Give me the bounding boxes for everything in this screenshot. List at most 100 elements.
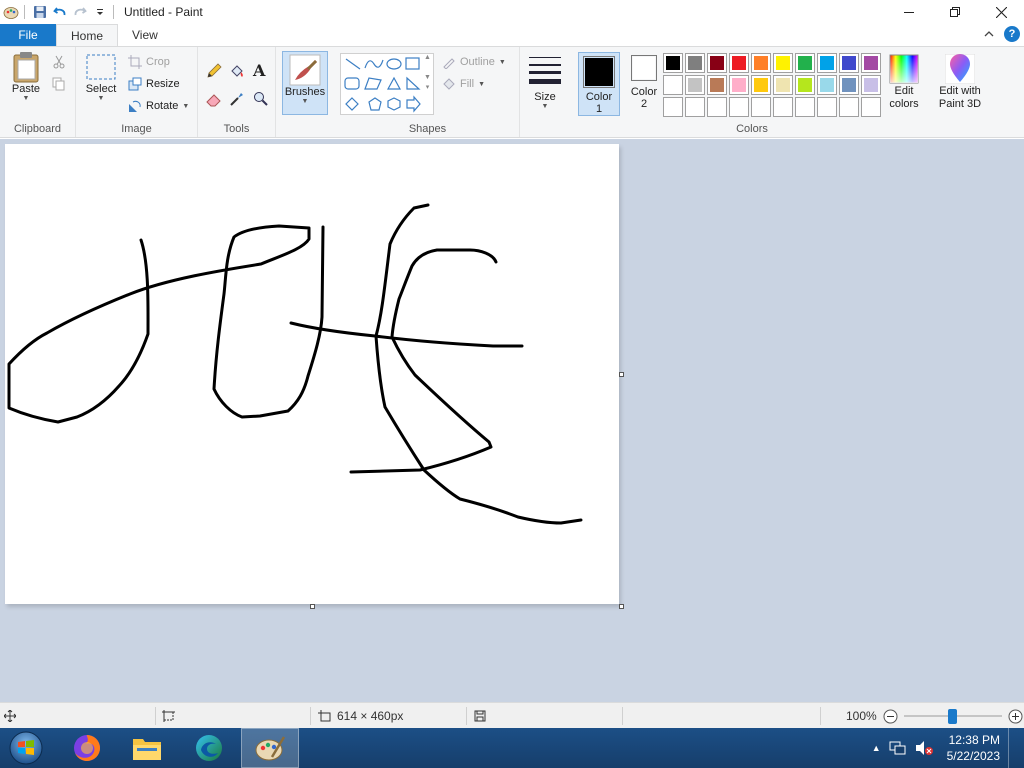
minimize-button[interactable]	[886, 0, 932, 24]
resize-button[interactable]: Resize	[128, 77, 180, 91]
palette-swatch[interactable]	[861, 53, 881, 73]
color-spectrum-icon	[888, 53, 920, 85]
palette-swatch[interactable]	[839, 75, 859, 95]
zoom-slider[interactable]	[903, 708, 1002, 724]
fill-bucket-icon[interactable]	[229, 63, 245, 82]
close-button[interactable]	[978, 0, 1024, 24]
clipboard-group-label: Clipboard	[13, 123, 62, 135]
tab-file[interactable]: File	[0, 24, 56, 46]
palette-swatch[interactable]	[663, 75, 683, 95]
edit-colors-button[interactable]: Edit colors	[884, 53, 924, 111]
rotate-button[interactable]: Rotate ▼	[128, 99, 189, 113]
palette-swatch[interactable]	[861, 75, 881, 95]
ribbon-right-controls: ?	[984, 26, 1020, 42]
taskbar-edge[interactable]	[180, 728, 238, 768]
customize-qat-icon[interactable]	[91, 3, 109, 21]
custom-color-slot[interactable]	[707, 97, 727, 117]
drawing-canvas[interactable]	[5, 144, 619, 604]
zoom-out-icon[interactable]	[883, 709, 898, 724]
undo-icon[interactable]	[51, 3, 69, 21]
color2-label: Color 2	[630, 86, 658, 110]
color-picker-icon[interactable]	[229, 91, 245, 110]
start-button[interactable]	[0, 728, 52, 768]
file-size	[474, 703, 486, 729]
status-divider	[820, 707, 821, 725]
taskbar-file-explorer[interactable]	[118, 728, 176, 768]
edit-with-paint3d-button[interactable]: Edit with Paint 3D	[934, 53, 986, 111]
clock[interactable]: 12:38 PM 5/22/2023	[947, 732, 1000, 764]
fill-button[interactable]: Fill ▼	[442, 77, 485, 91]
palette-swatch[interactable]	[707, 53, 727, 73]
custom-color-slot[interactable]	[685, 97, 705, 117]
palette-swatch[interactable]	[795, 75, 815, 95]
palette-swatch[interactable]	[817, 75, 837, 95]
outline-button[interactable]: Outline ▼	[442, 55, 506, 69]
outline-label: Outline	[460, 56, 495, 68]
swatch-fill	[842, 100, 856, 114]
line-size-icon	[529, 53, 561, 85]
status-divider	[310, 707, 311, 725]
volume-muted-icon[interactable]	[915, 740, 933, 756]
resize-handle-corner[interactable]	[619, 604, 624, 609]
custom-color-slot[interactable]	[817, 97, 837, 117]
canvas-size-label: 614 × 460px	[337, 709, 404, 723]
shapes-scroll[interactable]: ▲ ▼ ▾	[424, 53, 431, 93]
outline-icon	[443, 58, 455, 69]
custom-color-slot[interactable]	[773, 97, 793, 117]
cut-icon[interactable]	[52, 55, 66, 72]
restore-button[interactable]	[932, 0, 978, 24]
palette-swatch[interactable]	[729, 53, 749, 73]
custom-color-slot[interactable]	[839, 97, 859, 117]
palette-swatch[interactable]	[773, 75, 793, 95]
custom-color-slot[interactable]	[729, 97, 749, 117]
palette-swatch[interactable]	[795, 53, 815, 73]
custom-color-slot[interactable]	[751, 97, 771, 117]
resize-handle-bottom[interactable]	[310, 604, 315, 609]
palette-swatch[interactable]	[685, 53, 705, 73]
brushes-button[interactable]: Brushes ▼	[282, 51, 328, 115]
collapse-ribbon-icon[interactable]	[984, 30, 994, 38]
edit-with-paint3d-label: Edit with Paint 3D	[938, 85, 982, 110]
palette-swatch[interactable]	[751, 75, 771, 95]
palette-swatch[interactable]	[685, 75, 705, 95]
zoom-slider-thumb[interactable]	[948, 709, 958, 724]
copy-icon[interactable]	[52, 77, 66, 94]
color1-button[interactable]: Color 1	[578, 52, 620, 116]
paint-app-icon[interactable]	[2, 3, 20, 21]
redo-icon[interactable]	[71, 3, 89, 21]
network-icon[interactable]	[889, 740, 907, 756]
palette-swatch[interactable]	[839, 53, 859, 73]
help-icon[interactable]: ?	[1004, 26, 1020, 42]
text-tool-icon[interactable]: A	[253, 61, 265, 80]
size-button[interactable]: Size ▼	[526, 53, 564, 110]
palette-swatch[interactable]	[817, 53, 837, 73]
custom-color-slot[interactable]	[663, 97, 683, 117]
shapes-gallery[interactable]	[340, 53, 434, 115]
tab-home[interactable]: Home	[56, 24, 119, 46]
show-desktop-button[interactable]	[1008, 728, 1018, 768]
crop-button[interactable]: Crop	[128, 55, 170, 69]
color2-button[interactable]: Color 2	[624, 55, 664, 110]
custom-color-slot[interactable]	[795, 97, 815, 117]
taskbar-firefox[interactable]	[58, 728, 116, 768]
select-button[interactable]: Select ▼	[82, 51, 120, 102]
eraser-icon[interactable]	[206, 91, 222, 110]
palette-swatch[interactable]	[663, 53, 683, 73]
custom-color-slot[interactable]	[861, 97, 881, 117]
tab-view[interactable]: View	[118, 24, 172, 46]
palette-swatch[interactable]	[729, 75, 749, 95]
taskbar-paint[interactable]	[241, 728, 299, 768]
palette-swatch[interactable]	[707, 75, 727, 95]
palette-swatch[interactable]	[751, 53, 771, 73]
pencil-icon[interactable]	[206, 63, 222, 82]
swatch-fill	[688, 100, 702, 114]
save-icon[interactable]	[31, 3, 49, 21]
crop-icon	[128, 55, 142, 69]
clock-time: 12:38 PM	[948, 733, 1000, 747]
magnifier-icon[interactable]	[253, 91, 269, 110]
resize-handle-right[interactable]	[619, 372, 624, 377]
zoom-in-icon[interactable]	[1008, 709, 1023, 724]
palette-swatch[interactable]	[773, 53, 793, 73]
paste-button[interactable]: Paste ▼	[6, 51, 46, 102]
show-hidden-icons-icon[interactable]: ▲	[872, 743, 881, 753]
